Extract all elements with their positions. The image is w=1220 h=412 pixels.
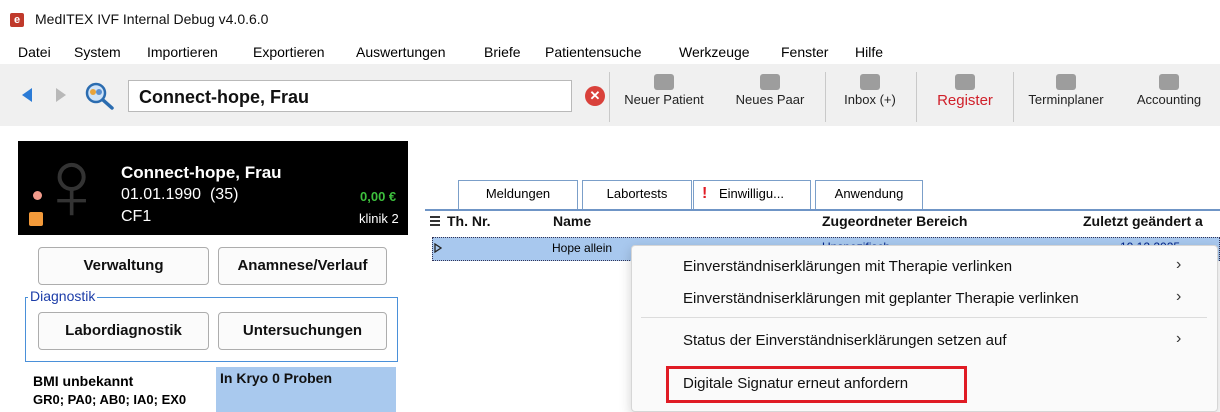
patient-card-dob: 01.01.1990 (35)	[121, 186, 239, 203]
menu-patientensuche[interactable]: Patientensuche	[545, 44, 642, 60]
menu-exportieren[interactable]: Exportieren	[253, 44, 325, 60]
toolbar-separator	[825, 72, 826, 122]
column-header-geaendert[interactable]: Zuletzt geändert a	[1083, 213, 1203, 229]
column-header-th-nr[interactable]: Th. Nr.	[447, 213, 491, 229]
tab-anwendung[interactable]: Anwendung	[815, 180, 923, 210]
diagnostik-label: Diagnostik	[28, 288, 98, 304]
row-name-cell: Hope allein	[552, 241, 613, 255]
warning-icon: !	[702, 185, 708, 202]
patient-name-value: Connect-hope, Frau	[139, 87, 309, 107]
inbox-button[interactable]: Inbox (+)	[830, 70, 910, 124]
scheduler-label: Terminplaner	[1028, 92, 1104, 107]
toolbar-separator	[916, 72, 917, 122]
menu-datei[interactable]: Datei	[18, 44, 51, 60]
column-header-bereich[interactable]: Zugeordneter Bereich	[822, 213, 967, 229]
verwaltung-button[interactable]: Verwaltung	[38, 247, 209, 285]
new-couple-icon	[760, 74, 780, 90]
patient-flag-icon	[29, 212, 43, 226]
kryo-status: In Kryo 0 Proben	[220, 370, 333, 386]
new-patient-icon	[654, 74, 674, 90]
patient-card-name: Connect-hope, Frau	[121, 163, 282, 182]
meditex-app-icon: e	[10, 13, 24, 27]
tab-underline	[425, 209, 1220, 211]
inbox-label: Inbox (+)	[844, 92, 896, 107]
register-button[interactable]: Register	[921, 70, 1009, 124]
female-symbol-icon: ♀	[34, 129, 109, 241]
patient-card-clinic: klinik 2	[359, 211, 399, 226]
accounting-label: Accounting	[1136, 92, 1202, 107]
submenu-arrow-icon: ›	[1176, 330, 1182, 347]
toolbar-separator	[1013, 72, 1014, 122]
toolbar-separator	[609, 72, 610, 122]
menu-hilfe[interactable]: Hilfe	[855, 44, 883, 60]
row-indicator-icon	[434, 243, 442, 253]
menu-system[interactable]: System	[74, 44, 121, 60]
register-label: Register	[937, 92, 993, 109]
tab-labortests[interactable]: Labortests	[582, 180, 692, 210]
labordiagnostik-button[interactable]: Labordiagnostik	[38, 312, 209, 350]
window-title: MedITEX IVF Internal Debug v4.0.6.0	[35, 11, 269, 27]
menu-item-link-planned-therapy[interactable]: Einverständniserklärungen mit geplanter …	[683, 290, 1079, 307]
column-chooser-icon[interactable]	[430, 215, 440, 227]
menu-werkzeuge[interactable]: Werkzeuge	[679, 44, 750, 60]
menu-item-link-therapy[interactable]: Einverständniserklärungen mit Therapie v…	[683, 258, 1012, 275]
register-icon	[955, 74, 975, 90]
patient-search-icon[interactable]	[82, 80, 118, 110]
new-couple-label: Neues Paar	[735, 92, 805, 107]
patient-card-code: CF1	[121, 208, 152, 225]
tab-meldungen[interactable]: Meldungen	[458, 180, 578, 210]
submenu-arrow-icon: ›	[1176, 288, 1182, 305]
untersuchungen-button[interactable]: Untersuchungen	[218, 312, 387, 350]
patient-card-amount: 0,00 €	[360, 189, 397, 204]
status-dot-icon	[33, 191, 42, 200]
submenu-arrow-icon: ›	[1176, 256, 1182, 273]
menu-item-set-status[interactable]: Status der Einverständniserklärungen set…	[683, 332, 1007, 349]
new-patient-label: Neuer Patient	[624, 92, 704, 107]
inbox-icon	[860, 74, 880, 90]
highlight-annotation	[666, 366, 967, 403]
bmi-values: GR0; PA0; AB0; IA0; EX0	[33, 392, 187, 407]
menu-importieren[interactable]: Importieren	[147, 44, 218, 60]
menu-briefe[interactable]: Briefe	[484, 44, 521, 60]
menu-separator	[641, 317, 1207, 318]
tab-einwilligungen-label: Einwilligu...	[718, 186, 784, 201]
back-arrow-icon[interactable]	[20, 86, 34, 104]
scheduler-button[interactable]: Terminplaner	[1016, 70, 1116, 124]
new-patient-button[interactable]: Neuer Patient	[614, 70, 714, 124]
calendar-icon	[1056, 74, 1076, 90]
column-header-name[interactable]: Name	[553, 213, 591, 229]
accounting-icon	[1159, 74, 1179, 90]
menu-fenster[interactable]: Fenster	[781, 44, 828, 60]
accounting-button[interactable]: Accounting	[1122, 70, 1216, 124]
new-couple-button[interactable]: Neues Paar	[720, 70, 820, 124]
menu-auswertungen[interactable]: Auswertungen	[356, 44, 446, 60]
clear-patient-icon[interactable]: ✕	[585, 86, 605, 106]
bmi-status: BMI unbekannt	[33, 373, 134, 389]
tab-einwilligungen[interactable]: ! Einwilligu...	[693, 180, 811, 210]
anamnese-verlauf-button[interactable]: Anamnese/Verlauf	[218, 247, 387, 285]
forward-arrow-icon[interactable]	[54, 86, 68, 104]
